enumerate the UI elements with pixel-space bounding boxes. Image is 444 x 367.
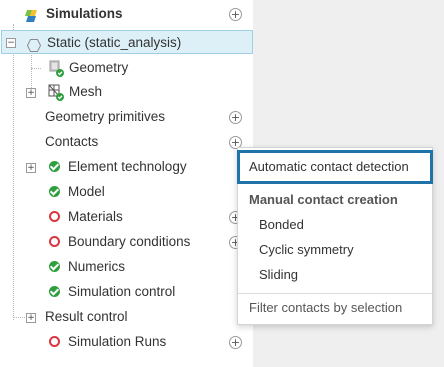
status-error-icon bbox=[49, 336, 60, 347]
menu-item-label: Sliding bbox=[259, 267, 299, 282]
tree-item-label: Numerics bbox=[68, 259, 126, 274]
expand-icon[interactable]: + bbox=[26, 313, 36, 323]
tree-item-label: Mesh bbox=[69, 84, 103, 99]
tree-item-label: Result control bbox=[45, 309, 128, 324]
tree-item-geometry[interactable]: Geometry bbox=[0, 56, 253, 80]
add-simulation-icon[interactable]: + bbox=[229, 8, 242, 21]
tree-item-label: Static (static_analysis) bbox=[47, 35, 182, 50]
tree-item-result-control[interactable]: + Result control bbox=[0, 305, 253, 329]
tree-item-mesh[interactable]: + Mesh bbox=[0, 80, 253, 104]
tree-item-simulation-control[interactable]: Simulation control bbox=[0, 280, 253, 304]
tree-item-label: Simulation control bbox=[68, 284, 176, 299]
add-simulation-run-icon[interactable]: + bbox=[229, 336, 242, 349]
tree-item-numerics[interactable]: Numerics bbox=[0, 255, 253, 279]
tree-item-label: Geometry bbox=[69, 60, 129, 75]
tree-item-static-analysis[interactable]: − Static (static_analysis) bbox=[1, 30, 253, 54]
bonded-contact-item[interactable]: Bonded bbox=[238, 213, 432, 237]
status-error-icon bbox=[49, 211, 60, 222]
menu-item-label: Filter contacts by selection bbox=[249, 300, 403, 315]
filter-contacts-by-selection-item[interactable]: Filter contacts by selection bbox=[238, 296, 432, 320]
menu-item-label: Cyclic symmetry bbox=[259, 242, 354, 257]
automatic-contact-detection-item[interactable]: Automatic contact detection bbox=[237, 150, 433, 184]
expand-icon[interactable]: + bbox=[26, 88, 36, 98]
tree-item-label: Simulation Runs bbox=[68, 334, 167, 349]
manual-contact-creation-header: Manual contact creation bbox=[238, 188, 432, 212]
status-error-icon bbox=[49, 236, 60, 247]
tree-item-geometry-primitives[interactable]: Geometry primitives + bbox=[0, 105, 253, 129]
tree-item-label: Boundary conditions bbox=[68, 234, 191, 249]
tree-item-label: Model bbox=[68, 184, 105, 199]
tree-root-simulations[interactable]: Simulations + bbox=[0, 2, 253, 26]
tree-item-contacts[interactable]: Contacts + bbox=[0, 130, 253, 154]
status-ok-icon bbox=[49, 261, 60, 272]
collapse-icon[interactable]: − bbox=[6, 38, 16, 48]
simulations-icon bbox=[24, 7, 40, 31]
add-geometry-primitive-icon[interactable]: + bbox=[229, 111, 242, 124]
tree-item-label: Materials bbox=[68, 209, 123, 224]
tree-item-model[interactable]: Model bbox=[0, 180, 253, 204]
status-ok-icon bbox=[49, 186, 60, 197]
cyclic-symmetry-contact-item[interactable]: Cyclic symmetry bbox=[238, 238, 432, 262]
tree-item-label: Geometry primitives bbox=[45, 109, 166, 124]
menu-item-label: Bonded bbox=[259, 217, 304, 232]
tree-root-label: Simulations bbox=[46, 6, 123, 21]
expand-icon[interactable]: + bbox=[26, 163, 36, 173]
sliding-contact-item[interactable]: Sliding bbox=[238, 263, 432, 287]
tree-item-simulation-runs[interactable]: Simulation Runs + bbox=[0, 330, 253, 354]
menu-divider bbox=[238, 293, 432, 294]
tree-item-label: Element technology bbox=[68, 159, 187, 174]
tree-item-boundary-conditions[interactable]: Boundary conditions + bbox=[0, 230, 253, 254]
contacts-context-menu: Automatic contact detection Manual conta… bbox=[237, 147, 433, 325]
menu-section-header: Manual contact creation bbox=[249, 192, 398, 207]
menu-item-label: Automatic contact detection bbox=[249, 159, 409, 174]
simulation-tree: Simulations + − Static (static_analysis)… bbox=[0, 0, 253, 367]
tree-item-materials[interactable]: Materials + bbox=[0, 205, 253, 229]
tree-item-label: Contacts bbox=[45, 134, 99, 149]
status-ok-icon bbox=[49, 286, 60, 297]
tree-item-element-technology[interactable]: + Element technology bbox=[0, 155, 253, 179]
status-ok-icon bbox=[49, 161, 60, 172]
